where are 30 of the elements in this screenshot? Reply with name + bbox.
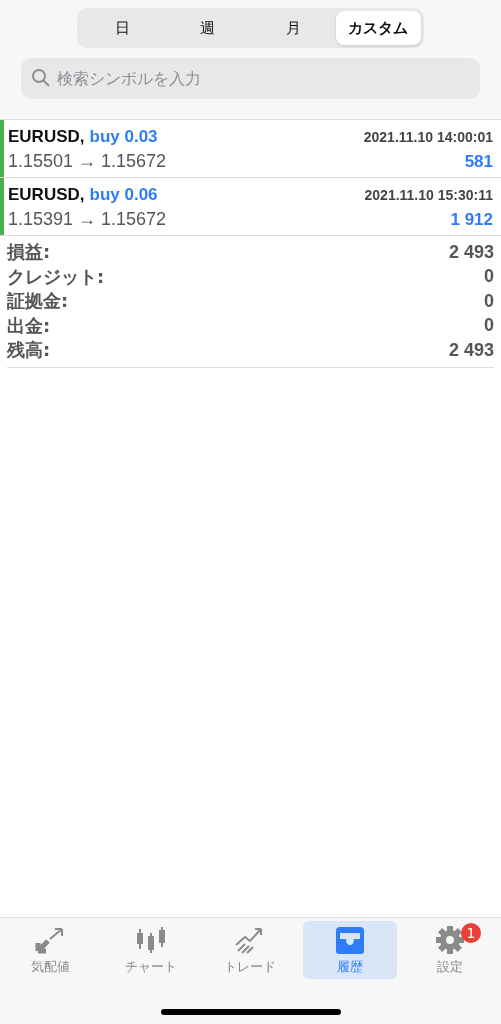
summary-value: 0 (484, 266, 494, 288)
deal-profit: 581 (464, 152, 493, 172)
summary-value: 2 493 (448, 241, 494, 263)
deal-title: EURUSD, buy 0.03 (8, 127, 158, 147)
deal-title: EURUSD, buy 0.06 (8, 185, 158, 205)
tab-bar-item[interactable]: チャート (103, 921, 198, 979)
deal-prices: 1.15501 → 1.15672 (8, 151, 167, 172)
tab-bar-item[interactable]: 設定 1 (403, 921, 497, 979)
tab-bar-item[interactable]: 気配値 (4, 921, 98, 979)
deal-time: 2021.11.10 15:30:11 (364, 187, 493, 203)
summary-label: 残高: (7, 338, 51, 363)
summary-label: 損益: (7, 240, 51, 265)
search-icon (31, 68, 51, 88)
notification-badge: 1 (461, 923, 482, 943)
search-field[interactable]: 検索シンボルを入力 (21, 58, 480, 99)
summary-label: 出金: (7, 313, 51, 338)
deal-prices: 1.15391 → 1.15672 (8, 209, 167, 230)
deal-time: 2021.11.10 14:00:01 (363, 129, 493, 145)
tab-bar-item[interactable]: 履歴 (303, 921, 398, 979)
summary-label: 証拠金: (7, 289, 69, 314)
period-tab[interactable]: カスタム (335, 11, 421, 45)
period-tab[interactable]: 日 (80, 11, 166, 45)
deal-profit: 1 912 (450, 210, 493, 230)
period-tab[interactable]: 月 (250, 11, 336, 45)
summary-value: 0 (484, 290, 494, 312)
period-tab[interactable]: 週 (165, 11, 251, 45)
summary-value: 0 (484, 315, 494, 337)
tab-bar-item[interactable]: トレード (203, 921, 298, 979)
summary-label: クレジット: (7, 264, 105, 289)
summary-value: 2 493 (448, 339, 494, 361)
